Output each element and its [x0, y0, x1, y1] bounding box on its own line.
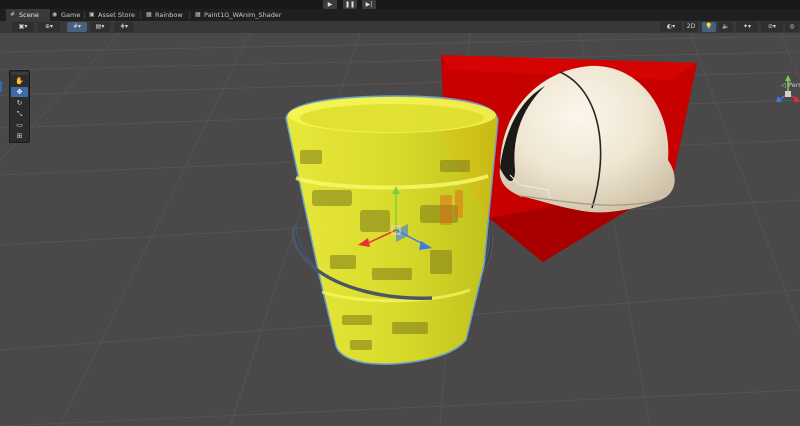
store-icon: ▣: [89, 11, 95, 18]
audio-toggle[interactable]: 🔈: [719, 22, 733, 32]
toggle-2d-button[interactable]: 2D: [684, 22, 698, 32]
grid-snapping-toggle[interactable]: #▾: [67, 22, 87, 32]
global-handle-icon: ⊕▾: [44, 23, 54, 30]
lightbulb-icon: 💡: [705, 23, 713, 30]
gizmo-center-cube[interactable]: [785, 91, 791, 97]
tab-scene-label: Scene: [19, 11, 39, 19]
selection-marker: [0, 81, 2, 92]
scale-icon: ⤡: [16, 110, 23, 118]
rotate-icon: ↻: [16, 99, 23, 107]
rect-icon: ▭: [16, 121, 23, 129]
tab-asset-store[interactable]: ▣ Asset Store: [89, 9, 135, 21]
orientation-gizmo[interactable]: [776, 74, 800, 110]
tab-scene[interactable]: # Scene: [6, 9, 50, 21]
rotate-tool-button[interactable]: ↻: [11, 98, 28, 108]
grid-icon: #▾: [72, 23, 82, 30]
tab-rainbow[interactable]: ▦ Rainbow: [146, 9, 183, 21]
tab-paint-shader-label: Paint1G_WAnim_Shader: [204, 11, 282, 19]
shader-icon: ▦: [146, 11, 152, 18]
projection-label[interactable]: ◁ Persp: [781, 81, 800, 89]
gamepad-icon: ◉: [52, 11, 58, 18]
scene-viewport[interactable]: ✋ ✥ ↻ ⤡ ▭ ⊞ ◁ Persp: [0, 33, 800, 426]
render-mode-dropdown[interactable]: ◐▾: [660, 22, 682, 32]
step-button[interactable]: ▶|: [362, 0, 376, 9]
overlay-grip[interactable]: [11, 72, 28, 75]
grid-settings-icon: ▤▾: [95, 23, 105, 30]
draw-mode-dropdown[interactable]: ▣▾: [12, 22, 34, 32]
tab-separator: [140, 11, 141, 19]
step-icon: ▶|: [365, 1, 373, 8]
rect-tool-button[interactable]: ▭: [11, 120, 28, 130]
lighting-toggle[interactable]: 💡: [702, 22, 716, 32]
pause-icon: ❚❚: [344, 1, 356, 8]
tab-game-label: Game: [61, 11, 81, 19]
shaded-mode-icon: ▣▾: [18, 23, 28, 30]
play-icon: ▶: [327, 1, 333, 8]
toggle-2d-label: 2D: [686, 23, 696, 30]
hidden-objects-toggle[interactable]: ⊘▾: [761, 22, 783, 32]
tab-separator: [84, 11, 85, 19]
editor-tab-strip: # Scene ◉ Game ▣ Asset Store ▦ Rainbow ▦…: [0, 9, 800, 21]
hand-tool-button[interactable]: ✋: [11, 76, 28, 86]
snap-icon: ⋕▾: [119, 23, 129, 30]
grid-settings-dropdown[interactable]: ▤▾: [90, 22, 110, 32]
eye-slash-icon: ⊘▾: [767, 23, 777, 30]
tools-overlay: ✋ ✥ ↻ ⤡ ▭ ⊞: [9, 70, 30, 143]
render-mode-icon: ◐▾: [666, 23, 676, 30]
move-icon: ✥: [16, 88, 23, 96]
speaker-icon: 🔈: [722, 23, 730, 30]
tab-game[interactable]: ◉ Game: [52, 9, 80, 21]
gizmo-handle-dropdown[interactable]: ⊕▾: [38, 22, 60, 32]
play-controls-bar: ▶ ❚❚ ▶|: [0, 0, 800, 9]
snap-increment-dropdown[interactable]: ⋕▾: [114, 22, 134, 32]
tab-rainbow-label: Rainbow: [155, 11, 183, 19]
gizmos-dropdown[interactable]: ◎: [785, 22, 799, 32]
effects-dropdown[interactable]: ✦▾: [736, 22, 758, 32]
tab-paint-shader[interactable]: ▦ Paint1G_WAnim_Shader: [195, 9, 282, 21]
gizmos-icon: ◎: [789, 23, 795, 30]
effects-icon: ✦▾: [742, 23, 752, 30]
move-tool-button[interactable]: ✥: [11, 87, 28, 97]
transform-icon: ⊞: [16, 132, 23, 140]
transform-tool-button[interactable]: ⊞: [11, 131, 28, 141]
shader-icon: ▦: [195, 11, 201, 18]
scale-tool-button[interactable]: ⤡: [11, 109, 28, 119]
scene-grid-icon: #: [10, 11, 16, 18]
pause-button[interactable]: ❚❚: [343, 0, 357, 9]
scene-canvas[interactable]: [0, 33, 800, 426]
play-button[interactable]: ▶: [323, 0, 337, 9]
tab-asset-store-label: Asset Store: [98, 11, 136, 19]
tab-separator: [189, 11, 190, 19]
hand-icon: ✋: [15, 77, 24, 85]
